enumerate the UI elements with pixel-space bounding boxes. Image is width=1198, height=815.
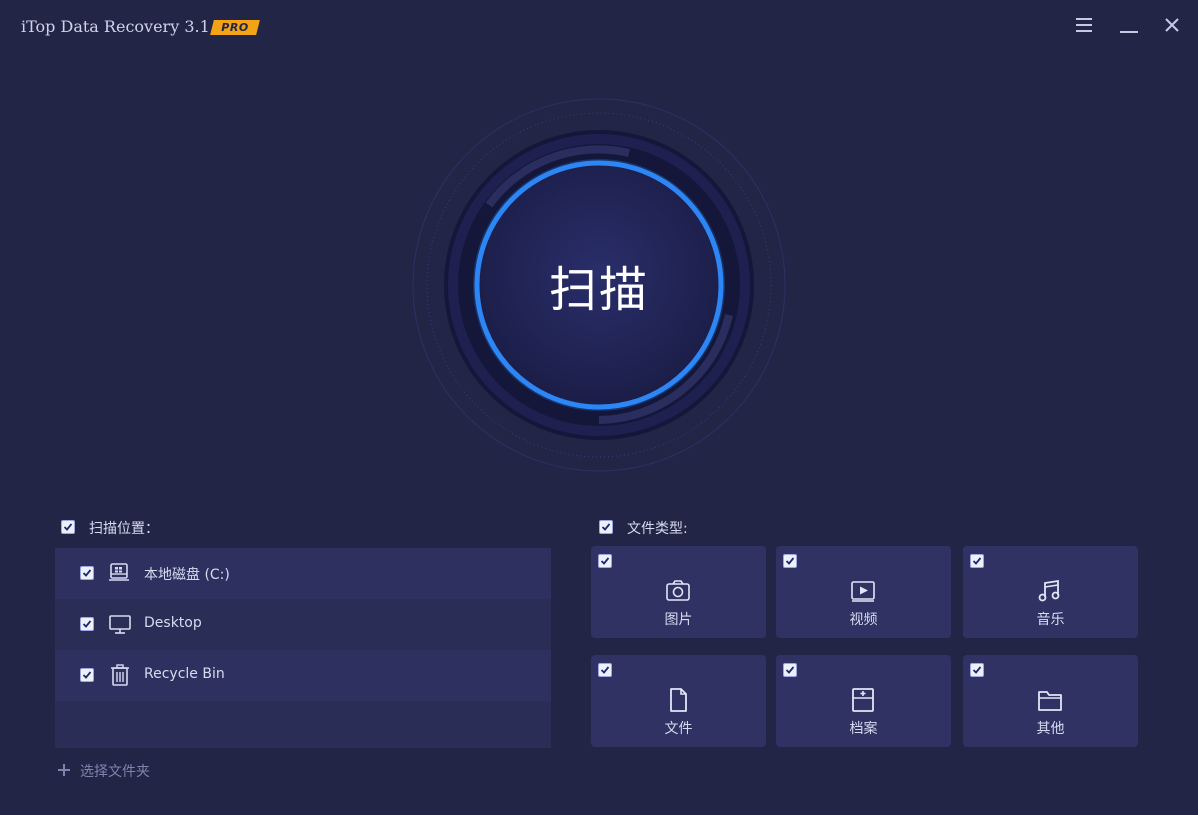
checkmark-icon: [82, 569, 92, 577]
file-type-card-videos[interactable]: 视频: [776, 546, 951, 638]
scan-label: 扫描: [548, 262, 649, 318]
location-item-desktop[interactable]: Desktop: [55, 599, 551, 650]
desktop-monitor-icon: [108, 612, 132, 636]
checkmark-icon: [972, 666, 982, 674]
minimize-icon: [1120, 31, 1138, 33]
file-type-item-checkbox[interactable]: [970, 663, 984, 677]
checkmark-icon: [82, 620, 92, 628]
menu-button[interactable]: [1071, 12, 1097, 38]
checkmark-icon: [600, 557, 610, 565]
location-item-local-disk[interactable]: 本地磁盘 (C:): [55, 548, 551, 599]
location-label: Desktop: [144, 615, 202, 631]
file-type-card-archives[interactable]: 档案: [776, 655, 951, 747]
recycle-bin-icon: [108, 663, 132, 687]
app-title: iTop Data Recovery 3.1: [21, 17, 210, 36]
location-label: Recycle Bin: [144, 666, 225, 682]
file-type-label: 音乐: [1036, 612, 1065, 628]
close-icon: [1165, 18, 1179, 32]
file-type-card-documents[interactable]: 文件: [591, 655, 766, 747]
scan-dial: 扫描: [399, 85, 799, 485]
local-disk-icon: [108, 561, 132, 585]
camera-icon: [665, 578, 691, 604]
location-checkbox[interactable]: [80, 668, 94, 682]
location-label: 本地磁盘 (C:): [144, 567, 230, 583]
plus-icon: [58, 764, 70, 776]
file-type-checkbox[interactable]: [599, 520, 613, 534]
title-bar: iTop Data Recovery 3.1 PRO: [0, 0, 1198, 52]
checkmark-icon: [785, 666, 795, 674]
file-type-label: 图片: [664, 612, 693, 628]
scan-location-title: 扫描位置：: [89, 521, 159, 537]
scan-location-checkbox[interactable]: [61, 520, 75, 534]
pro-badge-label: PRO: [221, 21, 249, 34]
document-icon: [665, 687, 691, 713]
scan-button[interactable]: 扫描: [477, 163, 721, 407]
music-note-icon: [1037, 578, 1063, 604]
checkmark-icon: [82, 671, 92, 679]
checkmark-icon: [785, 557, 795, 565]
file-type-label: 其他: [1036, 721, 1065, 737]
location-checkbox[interactable]: [80, 566, 94, 580]
file-type-label: 档案: [849, 721, 878, 737]
folder-icon: [1037, 687, 1063, 713]
scan-location-list: 本地磁盘 (C:) Desktop Recycle Bin: [55, 548, 551, 748]
archive-icon: [850, 687, 876, 713]
location-item-recycle-bin[interactable]: Recycle Bin: [55, 650, 551, 701]
file-type-item-checkbox[interactable]: [783, 663, 797, 677]
select-folder-label: 选择文件夹: [80, 764, 150, 780]
file-type-card-others[interactable]: 其他: [963, 655, 1138, 747]
file-type-title: 文件类型:: [627, 521, 688, 537]
close-button[interactable]: [1159, 12, 1185, 38]
location-checkbox[interactable]: [80, 617, 94, 631]
minimize-button[interactable]: [1116, 12, 1142, 38]
checkmark-icon: [63, 523, 73, 531]
video-icon: [850, 578, 876, 604]
file-type-item-checkbox[interactable]: [783, 554, 797, 568]
file-type-card-pictures[interactable]: 图片: [591, 546, 766, 638]
hamburger-menu-icon: [1076, 18, 1092, 32]
file-type-label: 视频: [849, 612, 878, 628]
checkmark-icon: [601, 523, 611, 531]
file-type-card-music[interactable]: 音乐: [963, 546, 1138, 638]
pro-badge: PRO: [210, 20, 260, 35]
file-type-item-checkbox[interactable]: [598, 663, 612, 677]
file-type-item-checkbox[interactable]: [598, 554, 612, 568]
file-type-label: 文件: [664, 721, 693, 737]
file-type-item-checkbox[interactable]: [970, 554, 984, 568]
checkmark-icon: [600, 666, 610, 674]
checkmark-icon: [972, 557, 982, 565]
